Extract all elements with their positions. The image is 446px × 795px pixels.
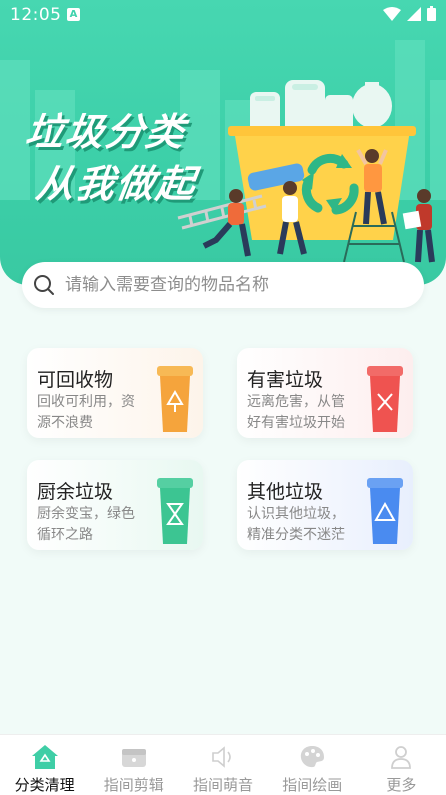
clapper-icon xyxy=(121,749,146,767)
card-desc: 远离危害，从管好有害垃圾开始 xyxy=(247,394,345,431)
card-other-waste[interactable]: 其他垃圾 认识其他垃圾，精准分类不迷茫 xyxy=(237,460,413,550)
hazardous-bin-icon xyxy=(367,366,403,432)
recyclable-bin-icon xyxy=(157,366,193,432)
slogan: 垃圾分类 从我做起 xyxy=(15,106,208,210)
card-title: 可回收物 xyxy=(37,369,114,391)
card-desc: 认识其他垃圾，精准分类不迷茫 xyxy=(247,506,345,543)
card-hazardous[interactable]: 有害垃圾 远离危害，从管好有害垃圾开始 xyxy=(237,348,413,438)
bottom-tab-bar: 分类清理 指间剪辑 指间萌音 指间绘画 更多 xyxy=(0,734,446,795)
tab-drawing[interactable]: 指间绘画 xyxy=(268,735,357,795)
palette-icon xyxy=(301,746,325,768)
tab-voice[interactable]: 指间萌音 xyxy=(178,735,267,795)
slogan-line-2: 从我做起 xyxy=(33,162,200,206)
speaker-icon xyxy=(212,746,231,768)
hero-banner: 垃圾分类 从我做起 xyxy=(0,0,446,285)
other-bin-icon xyxy=(367,478,403,544)
card-title: 厨余垃圾 xyxy=(37,481,114,503)
person-icon xyxy=(391,746,412,769)
tab-label: 更多 xyxy=(386,776,417,794)
tab-label: 指间剪辑 xyxy=(103,776,164,794)
tab-video-edit[interactable]: 指间剪辑 xyxy=(89,735,178,795)
status-time: 12:05 xyxy=(10,5,62,25)
status-bar: 12:05 A xyxy=(0,0,446,30)
tab-label: 分类清理 xyxy=(14,776,75,794)
card-title: 其他垃圾 xyxy=(247,481,324,503)
notification-a-icon: A xyxy=(67,8,80,21)
signal-icon xyxy=(407,6,421,21)
slogan-line-1: 垃圾分类 xyxy=(22,110,189,154)
search-input[interactable] xyxy=(63,274,407,296)
tab-label: 指间萌音 xyxy=(193,776,254,794)
card-recyclable[interactable]: 可回收物 回收可利用，资源不浪费 xyxy=(27,348,203,438)
card-desc: 厨余变宝，绿色循环之路 xyxy=(37,506,135,543)
home-recycle-icon xyxy=(31,745,58,769)
card-title: 有害垃圾 xyxy=(247,369,324,391)
tab-more[interactable]: 更多 xyxy=(357,735,446,795)
kitchen-bin-icon xyxy=(157,478,193,544)
tab-label: 指间绘画 xyxy=(282,776,343,794)
battery-icon xyxy=(427,6,436,21)
card-desc: 回收可利用，资源不浪费 xyxy=(37,394,135,431)
search-icon xyxy=(34,275,54,295)
wifi-icon xyxy=(383,6,401,21)
tab-sort-clean[interactable]: 分类清理 xyxy=(0,735,89,795)
status-icons xyxy=(383,6,436,21)
card-kitchen-waste[interactable]: 厨余垃圾 厨余变宝，绿色循环之路 xyxy=(27,460,203,550)
search-bar[interactable] xyxy=(22,262,424,308)
